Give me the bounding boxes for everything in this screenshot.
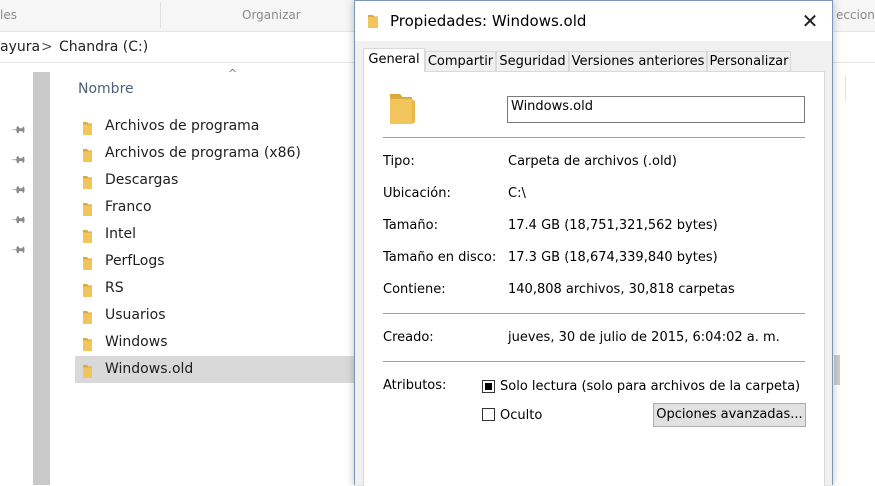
tipo-value: Carpeta de archivos (.old) xyxy=(508,154,677,169)
ribbon-group-left: les xyxy=(0,8,17,22)
contiene-label: Contiene: xyxy=(383,282,446,297)
tab-seguridad[interactable]: Seguridad xyxy=(496,51,569,71)
solo-lectura-label[interactable]: Solo lectura (solo para archivos de la c… xyxy=(500,379,800,394)
creado-value: jueves, 30 de julio de 2015, 6:04:02 a. … xyxy=(508,330,780,345)
tamano-label: Tamaño: xyxy=(383,218,438,233)
tab-compartir[interactable]: Compartir xyxy=(425,51,496,71)
navigation-scrollbar[interactable] xyxy=(33,72,50,485)
dialog-titlebar[interactable]: Propiedades: Windows.old ✕ xyxy=(355,1,832,41)
ribbon-separator xyxy=(160,2,161,28)
solo-lectura-checkbox[interactable] xyxy=(482,380,495,393)
pin-icon[interactable]: 🖈 xyxy=(6,209,30,233)
ubicacion-label: Ubicación: xyxy=(383,186,451,201)
breadcrumb-separator-icon[interactable]: > xyxy=(41,39,53,55)
creado-label: Creado: xyxy=(383,330,434,345)
divider xyxy=(383,137,805,138)
file-list: Archivos de programa Archivos de programa… xyxy=(75,113,357,383)
close-icon[interactable]: ✕ xyxy=(795,7,825,35)
file-name: Usuarios xyxy=(105,307,166,323)
file-name: Descargas xyxy=(105,172,179,188)
list-item[interactable]: Archivos de programa xyxy=(75,113,357,140)
file-name: Windows xyxy=(105,334,168,350)
tab-general[interactable]: General xyxy=(363,48,425,72)
ribbon-group-right: ecciona xyxy=(836,8,875,22)
navigation-scrollbar-thumb[interactable] xyxy=(33,72,50,485)
tipo-label: Tipo: xyxy=(383,154,415,169)
ribbon-group-organize: Organizar xyxy=(242,8,301,22)
file-list-scroll-indicator[interactable] xyxy=(834,355,840,385)
column-divider xyxy=(845,76,846,102)
file-name: PerfLogs xyxy=(105,253,165,269)
list-item[interactable]: Intel xyxy=(75,221,357,248)
file-name: Intel xyxy=(105,226,136,242)
list-item[interactable]: Franco xyxy=(75,194,357,221)
properties-dialog: Propiedades: Windows.old ✕ General Compa… xyxy=(354,0,833,486)
file-name: Archivos de programa (x86) xyxy=(105,145,301,161)
file-name: Franco xyxy=(105,199,152,215)
column-header-name[interactable]: Nombre xyxy=(78,81,134,97)
contiene-value: 140,808 archivos, 30,818 carpetas xyxy=(508,282,735,297)
breadcrumb-parent[interactable]: ayura xyxy=(0,39,40,55)
folder-icon xyxy=(367,12,383,33)
file-name: Archivos de programa xyxy=(105,118,260,134)
advanced-options-button[interactable]: Opciones avanzadas... xyxy=(653,403,806,427)
pin-icon[interactable]: 🖈 xyxy=(6,149,30,173)
sort-ascending-icon: ^ xyxy=(228,67,238,80)
file-name: Windows.old xyxy=(105,361,194,377)
dialog-title: Propiedades: Windows.old xyxy=(390,12,587,30)
tamano-value: 17.4 GB (18,751,321,562 bytes) xyxy=(508,218,718,233)
atributos-label: Atributos: xyxy=(383,378,447,393)
oculto-checkbox[interactable] xyxy=(482,408,495,421)
pin-icon[interactable]: 🖈 xyxy=(6,179,30,203)
folder-large-icon xyxy=(388,90,418,130)
folder-icon xyxy=(82,362,96,389)
list-item[interactable]: Descargas xyxy=(75,167,357,194)
file-name: RS xyxy=(105,280,124,296)
list-item[interactable]: Usuarios xyxy=(75,302,357,329)
tamano-disco-label: Tamaño en disco: xyxy=(383,250,497,265)
ubicacion-value: C:\ xyxy=(508,186,526,201)
divider xyxy=(383,361,805,362)
list-item[interactable]: Archivos de programa (x86) xyxy=(75,140,357,167)
pin-icon[interactable]: 🖈 xyxy=(6,119,30,143)
tamano-disco-value: 17.3 GB (18,674,339,840 bytes) xyxy=(508,250,718,265)
list-item[interactable]: RS xyxy=(75,275,357,302)
list-item[interactable]: PerfLogs xyxy=(75,248,357,275)
divider xyxy=(383,313,805,314)
tab-personalizar[interactable]: Personalizar xyxy=(707,51,791,71)
list-item[interactable]: Windows xyxy=(75,329,357,356)
general-tab-panel: Windows.old Tipo: Carpeta de archivos (.… xyxy=(363,71,825,486)
oculto-label[interactable]: Oculto xyxy=(500,408,542,423)
list-item[interactable]: Windows.old xyxy=(75,356,357,383)
breadcrumb-current[interactable]: Chandra (C:) xyxy=(59,39,148,55)
folder-name-input[interactable]: Windows.old xyxy=(507,96,805,123)
tab-versiones-anteriores[interactable]: Versiones anteriores xyxy=(569,51,707,71)
pin-icon[interactable]: 🖈 xyxy=(6,239,30,263)
